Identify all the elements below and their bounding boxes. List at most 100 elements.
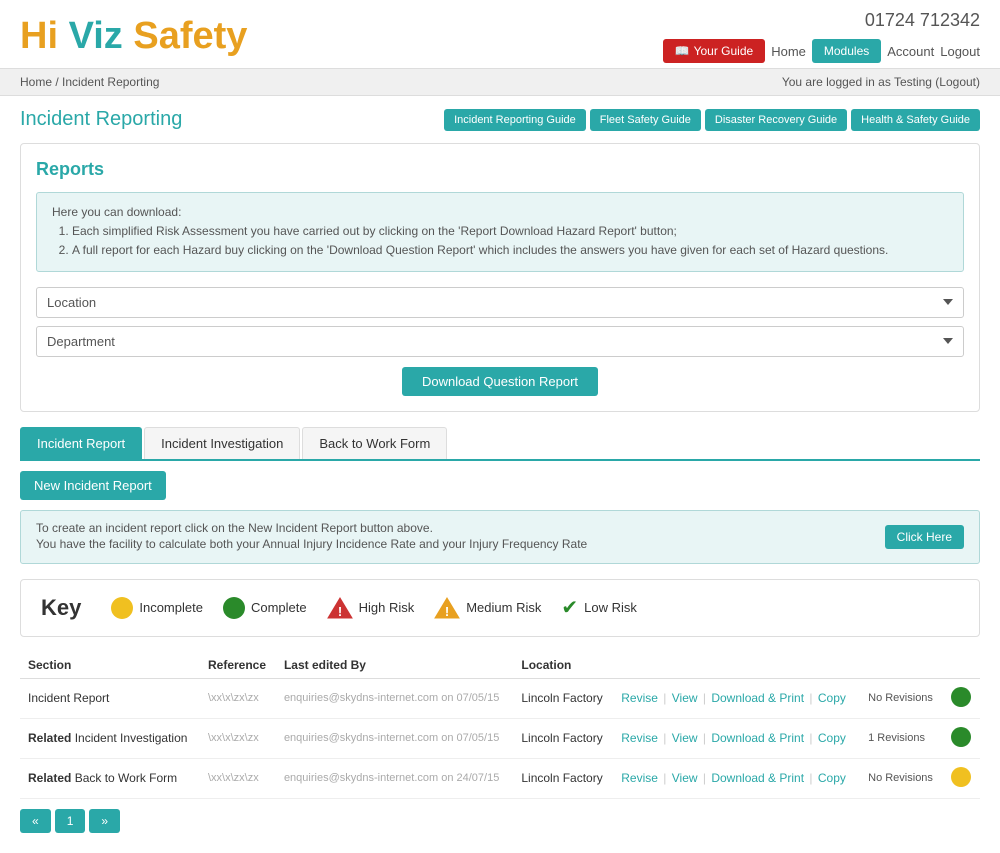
row1-revise[interactable]: Revise [621,691,658,705]
key-item-complete: Complete [223,597,307,619]
header: Hi Viz Safety 01724 712342 📖 Your Guide … [0,0,1000,69]
logo-safety: Safety [133,15,247,57]
row1-section: Incident Report [20,678,200,718]
modules-button[interactable]: Modules [812,39,881,63]
department-dropdown-row: Department [36,326,964,357]
col-last-edited: Last edited By [276,652,513,679]
page-1-button[interactable]: 1 [55,809,86,833]
col-section: Section [20,652,200,679]
table-row: Incident Report \xx\x\zx\zx enquiries@sk… [20,678,980,718]
incident-info-line1: To create an incident report click on th… [36,521,877,535]
breadcrumb-sep1: / [55,75,58,89]
medium-risk-label: Medium Risk [466,600,541,615]
row1-action-links: Revise | View | Download & Print | Copy [621,691,846,705]
download-btn-row: Download Question Report [36,367,964,396]
row2-section: Related Incident Investigation [20,718,200,758]
col-revisions [860,652,943,679]
home-nav-link[interactable]: Home [771,44,806,59]
row2-copy[interactable]: Copy [818,731,846,745]
info-list: Each simplified Risk Assessment you have… [72,222,948,260]
incident-info-bar: To create an incident report click on th… [20,510,980,564]
incident-area: New Incident Report To create an inciden… [20,471,980,843]
svg-text:!: ! [337,604,341,619]
row3-revisions: No Revisions [860,758,943,798]
row2-location: Lincoln Factory [513,718,613,758]
complete-icon [223,597,245,619]
row2-reference: \xx\x\zx\zx [200,718,276,758]
logout-nav-link[interactable]: Logout [940,44,980,59]
row1-download-print[interactable]: Download & Print [711,691,804,705]
row3-section-rest: Back to Work Form [71,771,177,785]
click-here-button[interactable]: Click Here [885,525,964,549]
row1-edited-by: enquiries@skydns-internet.com on 07/05/1… [276,678,513,718]
high-risk-label: High Risk [359,600,415,615]
low-risk-icon: ✔ [561,595,578,620]
department-select[interactable]: Department [36,326,964,357]
page-title-area: Incident Reporting Incident Reporting Gu… [0,96,1000,143]
row3-action-links: Revise | View | Download & Print | Copy [621,771,846,785]
reports-title: Reports [36,159,964,180]
row3-location: Lincoln Factory [513,758,613,798]
location-select[interactable]: Location [36,287,964,318]
tab-incident-report[interactable]: Incident Report [20,427,142,459]
row3-status [943,758,980,798]
high-risk-icon: ! [327,596,353,620]
guide-buttons: Incident Reporting Guide Fleet Safety Gu… [444,109,980,131]
row2-download-print[interactable]: Download & Print [711,731,804,745]
row3-copy[interactable]: Copy [818,771,846,785]
download-question-report-button[interactable]: Download Question Report [402,367,598,396]
logo: Hi Viz Safety [20,15,247,58]
incomplete-icon [111,597,133,619]
row1-view[interactable]: View [672,691,698,705]
tab-incident-investigation[interactable]: Incident Investigation [144,427,300,459]
svg-text:!: ! [445,604,449,619]
your-guide-button[interactable]: 📖 Your Guide [663,39,766,63]
table-header-row: Section Reference Last edited By Locatio… [20,652,980,679]
tab-back-to-work-form[interactable]: Back to Work Form [302,427,447,459]
row3-revise[interactable]: Revise [621,771,658,785]
row2-status-icon [951,727,971,747]
row3-status-icon [951,767,971,787]
low-risk-label: Low Risk [584,600,637,615]
col-actions [613,652,860,679]
row1-status [943,678,980,718]
row3-section-bold: Related [28,771,71,785]
key-item-incomplete: Incomplete [111,597,203,619]
row2-edited-by: enquiries@skydns-internet.com on 07/05/1… [276,718,513,758]
disaster-recovery-guide-button[interactable]: Disaster Recovery Guide [705,109,847,131]
header-right: 01724 712342 📖 Your Guide Home Modules A… [663,10,980,63]
row1-revisions: No Revisions [860,678,943,718]
table-body: Incident Report \xx\x\zx\zx enquiries@sk… [20,678,980,798]
incident-info-text: To create an incident report click on th… [36,521,877,553]
tabs-bar: Incident Report Incident Investigation B… [20,427,980,461]
row2-revise[interactable]: Revise [621,731,658,745]
row3-section: Related Back to Work Form [20,758,200,798]
row3-edited-by: enquiries@skydns-internet.com on 24/07/1… [276,758,513,798]
table-header: Section Reference Last edited By Locatio… [20,652,980,679]
row1-copy[interactable]: Copy [818,691,846,705]
fleet-safety-guide-button[interactable]: Fleet Safety Guide [590,109,701,131]
row2-revisions: 1 Revisions [860,718,943,758]
row3-download-print[interactable]: Download & Print [711,771,804,785]
info-item2: A full report for each Hazard buy clicki… [72,241,948,260]
breadcrumb-current: Incident Reporting [62,75,159,89]
prev-page-button[interactable]: « [20,809,51,833]
account-nav-link[interactable]: Account [887,44,934,59]
row1-actions: Revise | View | Download & Print | Copy [613,678,860,718]
row2-action-links: Revise | View | Download & Print | Copy [621,731,846,745]
nav-buttons: 📖 Your Guide Home Modules Account Logout [663,39,980,63]
row3-view[interactable]: View [672,771,698,785]
pagination-bar: « 1 » [20,799,980,843]
location-dropdown-row: Location [36,287,964,318]
key-item-high-risk: ! High Risk [327,596,415,620]
incident-reporting-guide-button[interactable]: Incident Reporting Guide [444,109,586,131]
table-row: Related Back to Work Form \xx\x\zx\zx en… [20,758,980,798]
health-safety-guide-button[interactable]: Health & Safety Guide [851,109,980,131]
new-incident-report-button[interactable]: New Incident Report [20,471,166,500]
row2-section-bold: Related [28,731,71,745]
next-page-button[interactable]: » [89,809,120,833]
row2-view[interactable]: View [672,731,698,745]
breadcrumb-home[interactable]: Home [20,75,52,89]
breadcrumb-bar: Home / Incident Reporting You are logged… [0,69,1000,96]
page-title: Incident Reporting [20,108,182,131]
